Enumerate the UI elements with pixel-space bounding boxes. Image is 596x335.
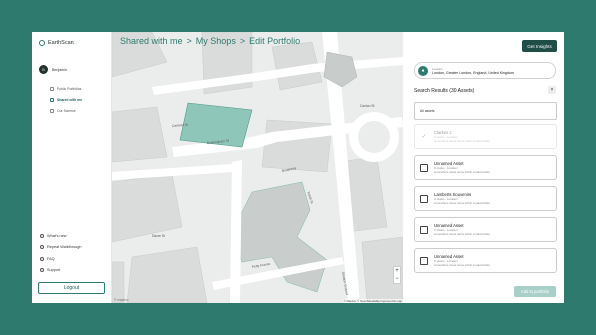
info-icon xyxy=(40,233,44,238)
map-view[interactable]: Carteret St Broadway Buckingham St Caxto… xyxy=(112,32,403,303)
nav-item-label: Public Portfolios xyxy=(57,86,82,91)
asset-address: somewhere street name which is placehold… xyxy=(434,232,490,236)
footer-item-label: Repeat Walkthrough xyxy=(47,245,82,250)
asset-item[interactable]: Unnamed Asset In status - Location somew… xyxy=(414,155,557,180)
footer-item-repeat-walkthrough[interactable]: Repeat Walkthrough xyxy=(40,242,81,254)
main-nav: Public Portfolios Shared with me Our Sci… xyxy=(50,83,82,116)
check-icon: ✓ xyxy=(421,134,427,140)
breadcrumb-my-shops[interactable]: My Shops xyxy=(196,36,236,46)
close-icon[interactable]: × xyxy=(548,86,556,94)
building-block xyxy=(112,106,168,163)
portfolio-icon xyxy=(50,86,54,91)
footer-item-whats-new[interactable]: What's new xyxy=(40,230,81,242)
search-panel: Get Insights ● Location London, Greater … xyxy=(403,32,564,303)
breadcrumb: Shared with me > My Shops > Edit Portfol… xyxy=(120,36,300,46)
breadcrumb-shared-with-me[interactable]: Shared with me xyxy=(120,36,183,46)
street-label: Caxton St xyxy=(360,104,375,108)
building-block xyxy=(112,173,183,243)
footer-item-support[interactable]: Support xyxy=(40,265,81,277)
mapbox-logo: © mapbox xyxy=(114,298,129,302)
add-to-portfolio-button[interactable]: Add to portfolio xyxy=(514,286,556,297)
app-name: EarthScan xyxy=(48,40,74,46)
user-name: Benjamin xyxy=(52,67,67,72)
results-title: Search Results (30 Assets) xyxy=(414,88,475,94)
breadcrumb-separator: > xyxy=(186,36,192,46)
footer-item-label: FAQ xyxy=(47,256,55,261)
asset-checkbox[interactable] xyxy=(420,225,428,234)
building-block xyxy=(112,261,125,303)
location-search-input[interactable]: ● Location London, Greater London, Engla… xyxy=(414,62,556,79)
street-label: Dacre St xyxy=(152,234,165,238)
nav-item-label: Our Science xyxy=(57,108,76,113)
app-logo[interactable]: EarthScan xyxy=(39,40,74,46)
replay-icon xyxy=(40,245,44,250)
share-icon xyxy=(50,97,54,102)
footer-item-label: Support xyxy=(47,268,61,273)
asset-address: somewhere street name which is placehold… xyxy=(434,139,490,143)
asset-checkbox[interactable] xyxy=(420,163,428,172)
footer-item-faq[interactable]: FAQ xyxy=(40,253,81,265)
breadcrumb-current: Edit Portfolio xyxy=(249,36,301,46)
map-attribution[interactable]: © Mapbox © OpenStreetMap Improve this ma… xyxy=(342,299,403,303)
map-canvas[interactable]: Carteret St Broadway Buckingham St Caxto… xyxy=(112,32,403,303)
sidebar: EarthScan B Benjamin Public Portfolios S… xyxy=(32,32,112,303)
app-window: EarthScan B Benjamin Public Portfolios S… xyxy=(32,32,564,303)
footer-nav: What's new Repeat Walkthrough FAQ Suppor… xyxy=(40,230,81,276)
asset-item[interactable]: ✓ Clarkes J In status - Location somewhe… xyxy=(414,124,557,149)
asset-list: ✓ Clarkes J In status - Location somewhe… xyxy=(414,124,557,279)
get-insights-button[interactable]: Get Insights xyxy=(522,40,557,52)
zoom-out-button[interactable]: − xyxy=(394,275,400,283)
asset-address: somewhere street name which is placehold… xyxy=(434,170,490,174)
asset-address: somewhere street name which is placehold… xyxy=(434,201,490,205)
nav-item-label: Shared with me xyxy=(57,97,83,102)
zoom-in-button[interactable]: + xyxy=(394,267,400,275)
avatar: B xyxy=(39,65,48,74)
asset-checkbox[interactable] xyxy=(420,256,428,265)
logout-button[interactable]: Logout xyxy=(38,282,105,294)
nav-item-public-portfolios[interactable]: Public Portfolios xyxy=(50,83,82,94)
street-label: Petty France xyxy=(251,262,270,269)
building-block xyxy=(126,246,208,303)
user-profile[interactable]: B Benjamin xyxy=(39,65,67,74)
science-icon xyxy=(50,108,54,113)
asset-item[interactable]: Unnamed Asset In status - Location somew… xyxy=(414,248,557,273)
support-icon xyxy=(40,268,44,273)
location-value: London, Greater London, England, United … xyxy=(432,70,514,75)
asset-item[interactable]: Lamberts Souvenirs In status - Location … xyxy=(414,186,557,211)
roundabout-centre xyxy=(358,121,390,153)
nav-item-our-science[interactable]: Our Science xyxy=(50,105,82,116)
zoom-control: + − xyxy=(393,266,401,284)
faq-icon xyxy=(40,256,44,261)
footer-item-label: What's new xyxy=(47,233,67,238)
breadcrumb-separator: > xyxy=(239,36,246,46)
location-pin-icon: ● xyxy=(418,65,428,76)
asset-checkbox[interactable] xyxy=(420,194,428,203)
nav-item-shared-with-me[interactable]: Shared with me xyxy=(50,94,82,105)
asset-address: somewhere street name which is placehold… xyxy=(434,263,490,267)
asset-item[interactable]: Unnamed Asset In status - Location somew… xyxy=(414,217,557,242)
earth-logo-icon xyxy=(39,40,45,46)
all-assets-filter[interactable]: All assets xyxy=(414,102,557,120)
